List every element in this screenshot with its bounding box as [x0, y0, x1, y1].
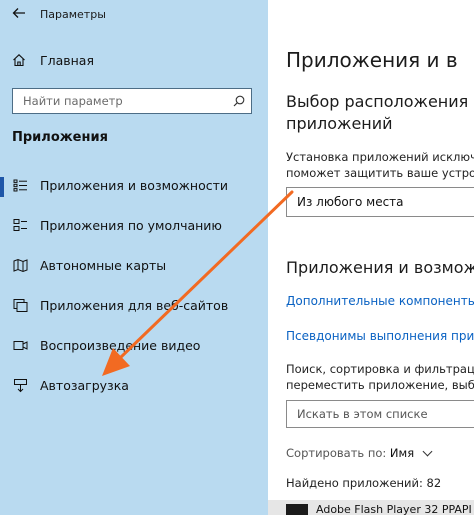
sidebar-item-startup[interactable]: Автозагрузка — [0, 372, 268, 400]
optional-features-link[interactable]: Дополнительные компоненты — [286, 294, 474, 308]
install-source-value: Из любого места — [297, 195, 404, 209]
sidebar-item-label: Воспроизведение видео — [40, 338, 201, 353]
sort-value[interactable]: Имя — [390, 446, 414, 460]
flash-player-icon — [286, 504, 308, 515]
home-link[interactable]: Главная — [12, 52, 252, 72]
install-location-heading-line1: Выбор расположения дл — [286, 92, 474, 111]
sidebar: Параметры Главная Приложения Приложения … — [0, 0, 268, 515]
install-description-line1: Установка приложений исключ — [286, 150, 474, 164]
list-description-line1: Поиск, сортировка и фильтрац — [286, 362, 474, 376]
video-playback-icon — [13, 341, 28, 350]
default-apps-icon — [13, 219, 27, 231]
back-arrow-icon[interactable] — [12, 6, 26, 20]
install-source-dropdown[interactable]: Из любого места — [286, 187, 474, 217]
websites-apps-icon — [13, 299, 28, 312]
install-location-heading-line2: приложений — [286, 114, 393, 133]
sidebar-section-title: Приложения — [12, 130, 108, 145]
sidebar-item-label: Автономные карты — [40, 258, 167, 273]
offline-maps-icon — [13, 258, 28, 273]
list-description-line2: переместить приложение, выбер — [286, 378, 474, 392]
sidebar-item-label: Приложения по умолчанию — [40, 218, 222, 233]
app-execution-aliases-link[interactable]: Псевдонимы выполнения прило — [286, 329, 474, 343]
page-title: Приложения и в — [286, 48, 458, 72]
apps-list-icon — [13, 179, 27, 192]
main-content: Приложения и в Выбор расположения дл при… — [268, 0, 474, 515]
sidebar-item-offline-maps[interactable]: Автономные карты — [0, 252, 268, 280]
home-label: Главная — [40, 53, 94, 68]
app-list-item[interactable]: Adobe Flash Player 32 PPAPI — [268, 500, 474, 515]
sidebar-item-websites-apps[interactable]: Приложения для веб-сайтов — [0, 292, 268, 320]
sidebar-item-label: Приложения для веб-сайтов — [40, 298, 229, 313]
active-indicator — [0, 177, 4, 197]
sort-label: Сортировать по: — [286, 446, 387, 460]
sidebar-item-video-playback[interactable]: Воспроизведение видео — [0, 332, 268, 360]
search-icon[interactable] — [233, 95, 245, 107]
window-title: Параметры — [40, 8, 106, 21]
app-name: Adobe Flash Player 32 PPAPI — [316, 503, 472, 515]
home-icon — [13, 54, 25, 67]
sidebar-item-default-apps[interactable]: Приложения по умолчанию — [0, 212, 268, 240]
title-bar: Параметры — [0, 0, 268, 30]
install-description-line2: поможет защитить ваше устрой — [286, 166, 474, 180]
apps-found-count: Найдено приложений: 82 — [286, 476, 442, 490]
startup-icon — [14, 379, 27, 393]
sidebar-item-apps-features[interactable]: Приложения и возможности — [0, 172, 268, 200]
sort-control[interactable]: Сортировать по: Имя — [286, 446, 433, 460]
sidebar-item-label: Автозагрузка — [40, 378, 129, 393]
app-list-search-box[interactable] — [286, 400, 474, 428]
settings-search-input[interactable] — [23, 93, 213, 109]
sidebar-item-label: Приложения и возможности — [40, 178, 229, 193]
chevron-down-icon[interactable] — [422, 446, 433, 457]
apps-features-heading: Приложения и возможн — [286, 258, 474, 277]
app-list-search-input[interactable] — [297, 406, 474, 422]
settings-search-box[interactable] — [12, 88, 252, 114]
